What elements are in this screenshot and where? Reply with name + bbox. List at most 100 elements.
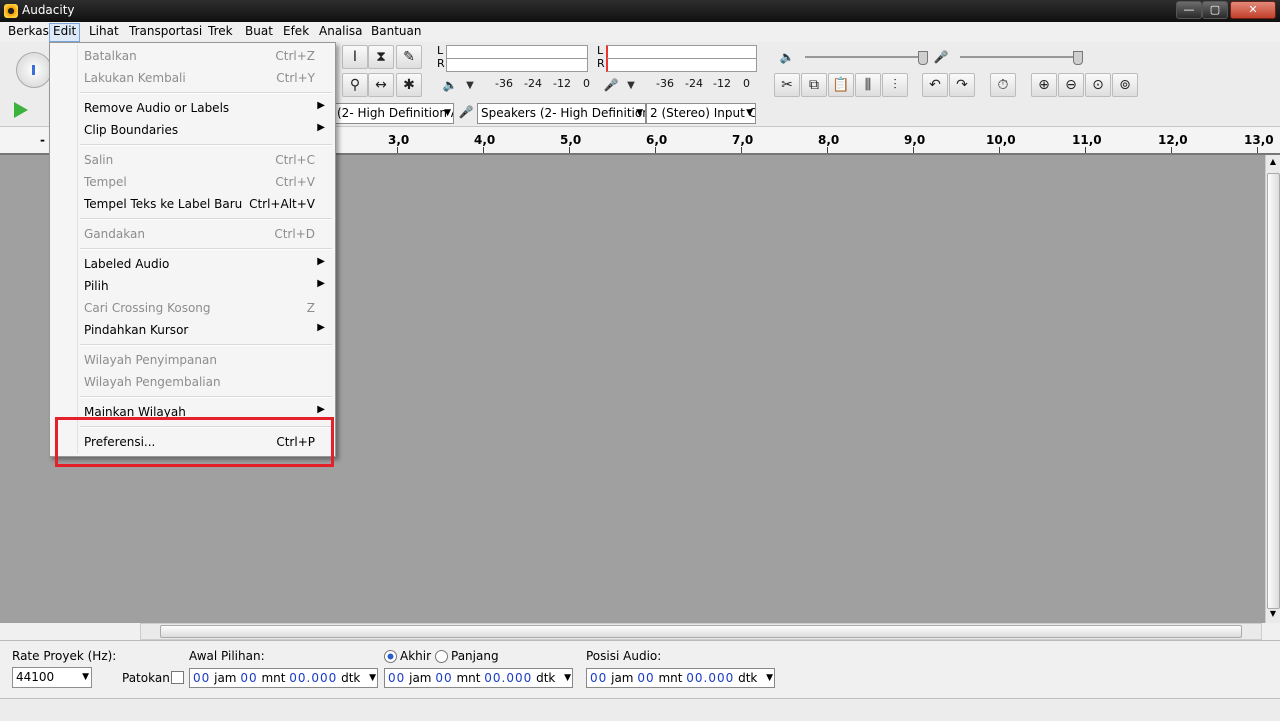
output-volume-thumb[interactable] — [918, 51, 928, 65]
end-radio[interactable] — [384, 650, 397, 663]
menu-lihat[interactable]: Lihat — [86, 23, 122, 40]
menu-item-lakukan-kembali[interactable]: Lakukan Kembali Ctrl+Y — [52, 67, 333, 89]
playback-meter-left[interactable] — [446, 45, 588, 59]
menu-item-label: Cari Crossing Kosong — [84, 301, 211, 315]
menu-item-shortcut: Ctrl+C — [275, 153, 315, 167]
chevron-down-icon[interactable]: ▼ — [766, 669, 773, 687]
menu-buat[interactable]: Buat — [242, 23, 276, 40]
chevron-down-icon: ▼ — [746, 108, 753, 118]
seconds-unit: dtk — [738, 671, 758, 685]
minimize-button[interactable]: — — [1176, 1, 1202, 19]
menu-item-label: Salin — [84, 153, 114, 167]
menu-item-cari-crossing-kosong[interactable]: Cari Crossing Kosong Z — [52, 297, 333, 319]
output-volume-slider[interactable] — [805, 56, 925, 58]
ruler-tick — [913, 147, 914, 153]
menu-analisa[interactable]: Analisa — [316, 23, 365, 40]
play-icon[interactable] — [14, 102, 28, 118]
multi-tool-button[interactable]: ✱ — [396, 73, 422, 97]
menu-trek[interactable]: Trek — [205, 23, 236, 40]
menu-item-labeled-audio[interactable]: Labeled Audio ▶ — [52, 253, 333, 275]
microphone-icon: 🎤 — [603, 78, 619, 92]
draw-tool-button[interactable]: ✎ — [396, 45, 422, 69]
input-volume-thumb[interactable] — [1073, 51, 1083, 65]
menu-item-remove-audio-or-labels[interactable]: Remove Audio or Labels ▶ — [52, 97, 333, 119]
menu-item-wilayah-penyimpanan[interactable]: Wilayah Penyimpanan — [52, 349, 333, 371]
menu-item-wilayah-pengembalian[interactable]: Wilayah Pengembalian — [52, 371, 333, 393]
menu-berkas[interactable]: Berkas — [5, 23, 52, 40]
menu-item-gandakan[interactable]: Gandakan Ctrl+D — [52, 223, 333, 245]
ruler-tick — [741, 147, 742, 153]
fit-project-button[interactable]: ⊚ — [1112, 73, 1138, 97]
menu-item-clip-boundaries[interactable]: Clip Boundaries ▶ — [52, 119, 333, 141]
meter-tick: -36 — [656, 77, 674, 90]
hours-unit: jam — [409, 671, 432, 685]
menu-item-label: Pilih — [84, 279, 109, 293]
menu-item-label: Remove Audio or Labels — [84, 101, 230, 115]
input-volume-icon: 🎤 — [933, 50, 949, 64]
output-device-select[interactable]: Speakers (2- High Definition Au▼ — [477, 103, 646, 124]
menu-item-tempel-teks-ke-label-baru[interactable]: Tempel Teks ke Label Baru Ctrl+Alt+V — [52, 193, 333, 215]
chevron-down-icon[interactable]: ▼ — [564, 669, 571, 687]
menu-item-batalkan[interactable]: Batalkan Ctrl+Z — [52, 45, 333, 67]
vertical-scrollbar[interactable]: ▲ ▼ — [1265, 155, 1280, 623]
ruler-label: 12,0 — [1158, 133, 1188, 147]
menu-edit[interactable]: Edit — [49, 23, 81, 42]
menu-item-tempel[interactable]: Tempel Ctrl+V — [52, 171, 333, 193]
undo-button[interactable]: ↶ — [922, 73, 948, 97]
silence-button[interactable]: ⫶ — [882, 73, 908, 97]
audacity-logo-icon — [4, 4, 18, 18]
sync-lock-button[interactable]: ⏱ — [990, 73, 1016, 97]
maximize-button[interactable]: ▢ — [1202, 1, 1228, 19]
paste-button[interactable]: 📋 — [828, 73, 854, 97]
minutes-value: 00 — [240, 671, 258, 685]
copy-button[interactable]: ⧉ — [801, 73, 827, 97]
zoom-tool-button[interactable]: ⚲ — [342, 73, 368, 97]
trim-button[interactable]: ⫼ — [855, 73, 881, 97]
chevron-down-icon[interactable]: ▼ — [369, 669, 376, 687]
menu-item-label: Tempel Teks ke Label Baru — [84, 197, 243, 211]
input-device-select[interactable]: (2- High Definition Au ▼ — [333, 103, 454, 124]
input-volume-slider[interactable] — [960, 56, 1080, 58]
audio-position-time[interactable]: 00 jam 00 mnt 00.000 dtk ▼ — [586, 668, 775, 688]
menu-bantuan[interactable]: Bantuan — [368, 23, 424, 40]
menu-item-label: Labeled Audio — [84, 257, 170, 271]
ruler-tick — [483, 147, 484, 153]
menu-item-pindahkan-kursor[interactable]: Pindahkan Kursor ▶ — [52, 319, 333, 341]
project-rate-select[interactable]: 44100 ▼ — [12, 667, 92, 688]
input-device-value: (2- High Definition Au — [337, 106, 454, 120]
record-meter-right[interactable] — [606, 58, 757, 72]
timeshift-tool-button[interactable]: ↔ — [368, 73, 394, 97]
selection-start-time[interactable]: 00 jam 00 mnt 00.000 dtk ▼ — [189, 668, 378, 688]
submenu-arrow-icon: ▶ — [317, 256, 325, 267]
envelope-tool-button[interactable]: ⧗ — [368, 45, 394, 69]
channels-select[interactable]: 2 (Stereo) Input C ▼ — [646, 103, 756, 124]
pause-button[interactable] — [16, 52, 52, 88]
length-radio[interactable] — [435, 650, 448, 663]
zoom-out-button[interactable]: ⊖ — [1058, 73, 1084, 97]
playback-meter-right[interactable] — [446, 58, 588, 72]
snap-checkbox[interactable] — [171, 671, 184, 684]
selection-end-time[interactable]: 00 jam 00 mnt 00.000 dtk ▼ — [384, 668, 573, 688]
close-button[interactable]: ✕ — [1230, 1, 1276, 19]
fit-selection-button[interactable]: ⊙ — [1085, 73, 1111, 97]
menu-efek[interactable]: Efek — [280, 23, 312, 40]
record-meter-menu-button[interactable]: ▼ — [620, 75, 642, 97]
channels-value: 2 (Stereo) Input C — [650, 106, 756, 120]
record-meter-left[interactable] — [606, 45, 757, 59]
pause-icon — [32, 65, 35, 75]
vertical-scroll-thumb[interactable] — [1267, 173, 1280, 609]
hours-unit: jam — [611, 671, 634, 685]
title-bar: Audacity — ▢ ✕ — [0, 0, 1280, 22]
menu-item-pilih[interactable]: Pilih ▶ — [52, 275, 333, 297]
scissors-icon: ✂ — [781, 77, 793, 93]
menu-item-salin[interactable]: Salin Ctrl+C — [52, 149, 333, 171]
scroll-down-icon[interactable]: ▼ — [1267, 609, 1279, 621]
selection-tool-button[interactable]: I — [342, 45, 368, 69]
horizontal-scroll-thumb[interactable] — [160, 625, 1242, 638]
menu-transportasi[interactable]: Transportasi — [126, 23, 205, 40]
playback-meter-menu-button[interactable]: ▼ — [459, 75, 481, 97]
scroll-up-icon[interactable]: ▲ — [1267, 157, 1279, 169]
zoom-in-button[interactable]: ⊕ — [1031, 73, 1057, 97]
redo-button[interactable]: ↷ — [949, 73, 975, 97]
cut-button[interactable]: ✂ — [774, 73, 800, 97]
